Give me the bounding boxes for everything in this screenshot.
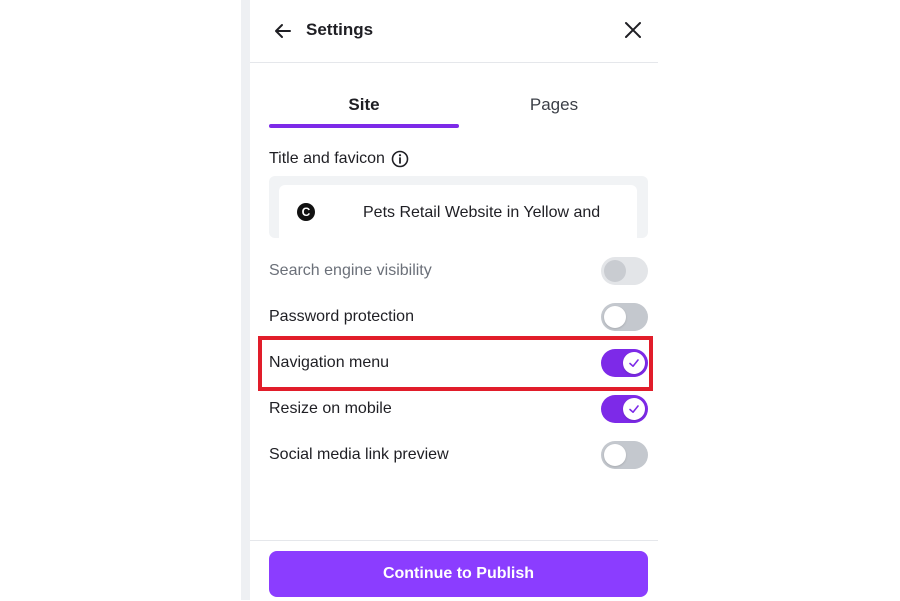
active-tab-indicator bbox=[269, 124, 459, 128]
site-title-input[interactable] bbox=[363, 201, 609, 225]
title-favicon-label: Title and favicon bbox=[269, 150, 385, 167]
tab-site[interactable]: Site bbox=[269, 88, 459, 128]
panel-header: Settings bbox=[250, 0, 658, 63]
canvas-edge bbox=[241, 0, 250, 600]
setting-row-password: Password protection bbox=[269, 302, 649, 332]
toggle-knob bbox=[604, 306, 626, 328]
continue-to-publish-button[interactable]: Continue to Publish bbox=[269, 551, 648, 597]
resize-mobile-toggle[interactable] bbox=[601, 395, 648, 423]
navigation-menu-label: Navigation menu bbox=[269, 354, 390, 371]
title-favicon-heading: Title and favicon bbox=[269, 149, 409, 169]
toggle-knob bbox=[623, 352, 645, 374]
close-icon bbox=[625, 22, 641, 38]
back-button[interactable] bbox=[270, 18, 296, 44]
favicon-icon[interactable]: C bbox=[297, 203, 315, 221]
tab-pages[interactable]: Pages bbox=[459, 88, 649, 128]
check-icon bbox=[629, 359, 639, 367]
setting-row-search-engine: Search engine visibility bbox=[269, 256, 649, 286]
toggle-knob bbox=[604, 444, 626, 466]
close-button[interactable] bbox=[620, 17, 646, 43]
search-engine-toggle[interactable] bbox=[601, 257, 648, 285]
settings-panel: Settings Site Pages Title and favicon C … bbox=[250, 0, 658, 600]
title-favicon-card: C bbox=[279, 185, 637, 238]
social-preview-toggle[interactable] bbox=[601, 441, 648, 469]
setting-row-resize-mobile: Resize on mobile bbox=[269, 394, 649, 424]
navigation-menu-toggle[interactable] bbox=[601, 349, 648, 377]
title-favicon-field: C bbox=[269, 176, 648, 238]
search-engine-label: Search engine visibility bbox=[269, 262, 432, 279]
resize-mobile-label: Resize on mobile bbox=[269, 400, 392, 417]
panel-footer: Continue to Publish bbox=[250, 540, 658, 601]
info-icon[interactable] bbox=[391, 150, 409, 168]
social-preview-label: Social media link preview bbox=[269, 446, 449, 463]
setting-row-social-preview: Social media link preview bbox=[269, 440, 649, 470]
toggle-knob bbox=[604, 260, 626, 282]
toggle-knob bbox=[623, 398, 645, 420]
page-title: Settings bbox=[306, 20, 374, 39]
password-protection-toggle[interactable] bbox=[601, 303, 648, 331]
check-icon bbox=[629, 405, 639, 413]
tab-bar: Site Pages bbox=[269, 88, 649, 128]
arrow-left-icon bbox=[275, 24, 291, 38]
setting-row-navigation: Navigation menu bbox=[269, 348, 649, 378]
password-protection-label: Password protection bbox=[269, 308, 414, 325]
